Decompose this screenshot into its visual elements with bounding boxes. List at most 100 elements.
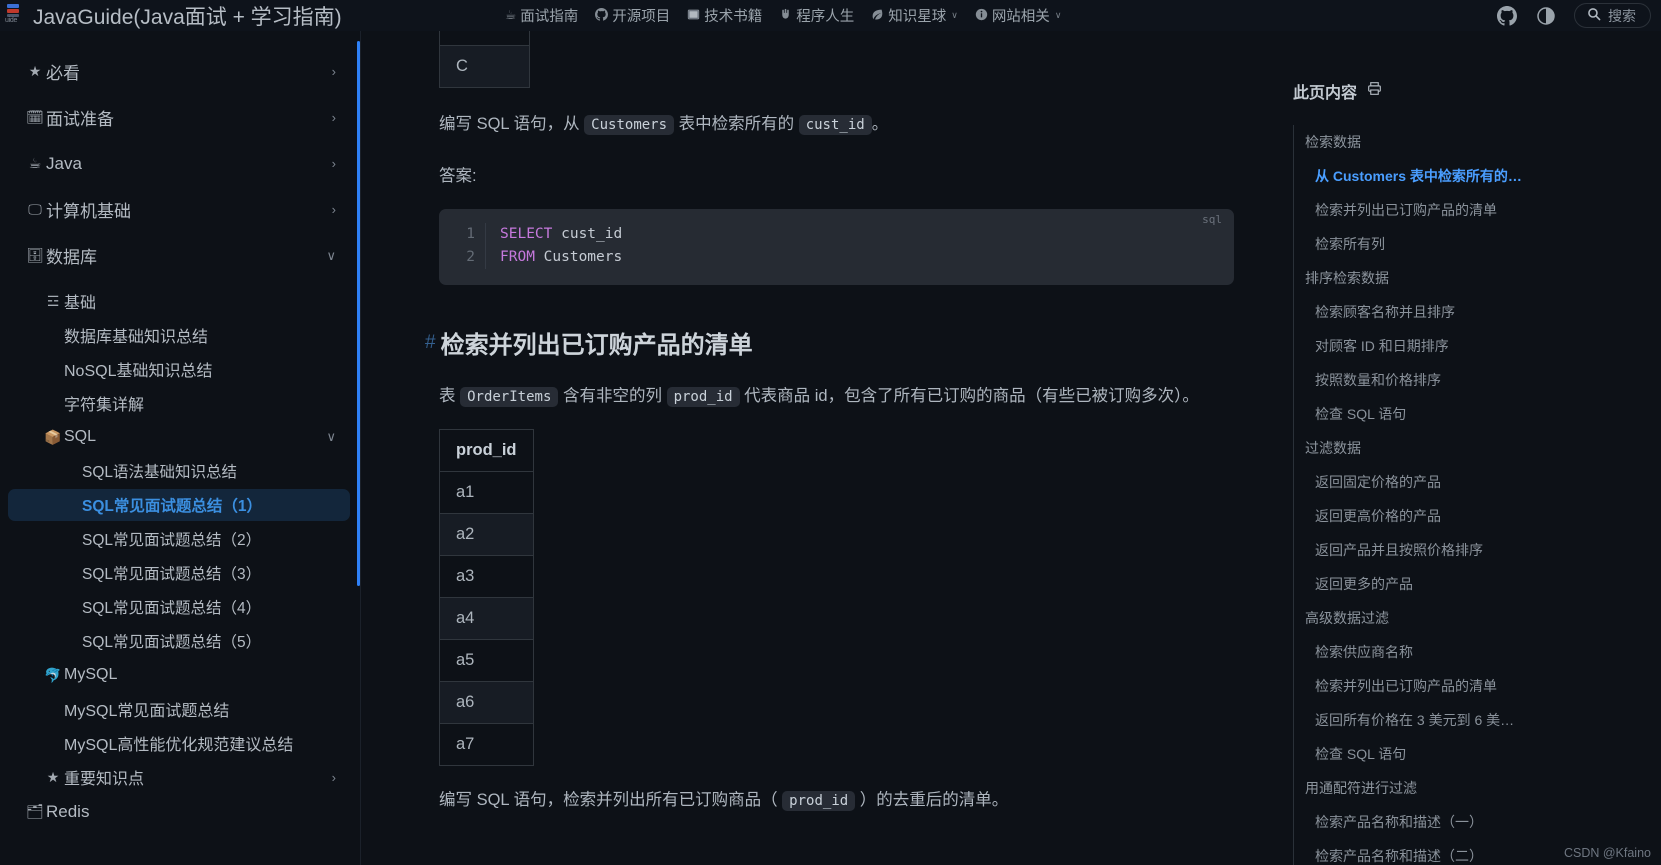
sidebar-item-6[interactable]: 数据库基础知识总结 [8, 319, 350, 351]
toc-item-3[interactable]: 检索所有列 [1293, 227, 1545, 261]
chevron-right-icon[interactable]: › [332, 110, 336, 125]
table-cell: a4 [439, 597, 534, 641]
sidebar-item-0[interactable]: ★ 必看 › [8, 55, 350, 88]
nav-item-site-related[interactable]: 网站相关 ∨ [975, 5, 1061, 26]
inline-code-prod-id: prod_id [666, 387, 740, 408]
table-cell: a3 [439, 555, 534, 599]
monitor-icon: 🖵 [28, 201, 42, 217]
line-number: 2 [466, 249, 475, 266]
toc-item-4[interactable]: 排序检索数据 [1293, 261, 1545, 295]
toc-item-14[interactable]: 高级数据过滤 [1293, 601, 1545, 635]
theme-toggle-icon[interactable] [1535, 5, 1557, 27]
sidebar-item-11[interactable]: SQL常见面试题总结（1） [8, 489, 350, 521]
nav-label: 开源项目 [612, 9, 671, 25]
nav-label: 面试指南 [520, 9, 579, 25]
code-line: 1 SELECT cust_id [439, 223, 1234, 247]
toc-list: 检索数据从 Customers 表中检索所有的… 检索并列出已订购产品的清单 检索所… [1281, 125, 1661, 865]
table-row: a7 [439, 723, 534, 767]
sidebar-item-8[interactable]: 字符集详解 [8, 387, 350, 419]
text-seg: 代表商品 id，包含了所有已订购的商品（有些已被订购多次）。 [739, 387, 1199, 406]
toc-item-18[interactable]: 检查 SQL 语句 [1293, 737, 1545, 771]
toc-item-7[interactable]: 按照数量和价格排序 [1293, 363, 1545, 397]
left-sidebar[interactable]: ★ 必看 › 🗓 面试准备 › ☕ Java › 🖵 计算机基础 › 🗄 数据库 ∨ ☲ 基础 数据库基础知识总结… [0, 31, 358, 865]
nav-item-knowledge-planet[interactable]: 知识星球 ∨ [871, 5, 958, 26]
info-icon [975, 8, 988, 24]
sidebar-item-17[interactable]: MySQL常见面试题总结 [8, 693, 350, 725]
site-logo[interactable]: uide [3, 2, 27, 30]
code-keyword: FROM [500, 249, 535, 266]
nav-label: 网站相关 [991, 9, 1050, 25]
sidebar-item-14[interactable]: SQL常见面试题总结（4） [8, 591, 350, 623]
toc-header: 此页内容 [1281, 79, 1661, 103]
table-row: a4 [439, 597, 534, 641]
hand-icon [779, 8, 792, 24]
toc-item-11[interactable]: 返回更高价格的产品 [1293, 499, 1545, 533]
chevron-down-icon[interactable]: ∨ [326, 429, 336, 445]
toc-item-0[interactable]: 检索数据 [1293, 125, 1545, 159]
star-icon: ★ [28, 63, 42, 79]
chevron-right-icon[interactable]: › [332, 202, 336, 217]
section-heading: # 检索并列出已订购产品的清单 [425, 325, 1281, 360]
nav-item-programmer-life[interactable]: 程序人生 [779, 5, 854, 26]
toc-item-17[interactable]: 返回所有价格在 3 美元到 6 美… [1293, 703, 1545, 737]
sidebar-item-4[interactable]: 🗄 数据库 ∨ [8, 239, 350, 272]
sidebar-item-18[interactable]: MySQL高性能优化规范建议总结 [8, 727, 350, 759]
sidebar-item-9[interactable]: 📦 SQL ∨ [8, 421, 350, 453]
sidebar-item-label: SQL常见面试题总结（3） [82, 566, 262, 583]
toc-item-12[interactable]: 返回产品并且按照价格排序 [1293, 533, 1545, 567]
toc-item-2[interactable]: 检索并列出已订购产品的清单 [1293, 193, 1545, 227]
sidebar-item-16[interactable]: 🐬 MySQL [8, 659, 350, 691]
line-number: 1 [466, 226, 475, 243]
sidebar-item-2[interactable]: ☕ Java › [8, 147, 350, 180]
nav-item-tech-books[interactable]: 技术书籍 [687, 5, 762, 26]
toc-item-13[interactable]: 返回更多的产品 [1293, 567, 1545, 601]
site-title[interactable]: JavaGuide(Java面试 + 学习指南) [33, 1, 342, 31]
table-row: C [439, 45, 530, 88]
sidebar-item-13[interactable]: SQL常见面试题总结（3） [8, 557, 350, 589]
toc-item-15[interactable]: 检索供应商名称 [1293, 635, 1545, 669]
sidebar-item-label: Java [46, 153, 82, 173]
chevron-down-icon: ∨ [951, 10, 958, 20]
inline-code-prod-id-2: prod_id [782, 791, 856, 812]
printer-icon[interactable] [1367, 81, 1382, 101]
nav-item-interview-guide[interactable]: ☕ 面试指南 [505, 5, 578, 26]
sidebar-item-label: SQL语法基础知识总结 [82, 464, 238, 481]
sidebar-item-7[interactable]: NoSQL基础知识总结 [8, 353, 350, 385]
github-link-icon[interactable] [1496, 5, 1518, 27]
text-seg: 表 [439, 387, 461, 406]
code-block-sql[interactable]: sql 1 SELECT cust_id 2 FROM Customers [439, 209, 1234, 286]
toc-item-10[interactable]: 返回固定价格的产品 [1293, 465, 1545, 499]
dolphin-icon: 🐬 [44, 666, 62, 683]
toc-item-6[interactable]: 对顾客 ID 和日期排序 [1293, 329, 1545, 363]
toc-item-9[interactable]: 过滤数据 [1293, 431, 1545, 465]
toc-item-19[interactable]: 用通配符进行过滤 [1293, 771, 1545, 805]
calendar-icon: 🗓 [26, 109, 44, 125]
nav-item-open-source[interactable]: 开源项目 [595, 5, 670, 26]
toc-item-20[interactable]: 检索产品名称和描述（一） [1293, 805, 1545, 839]
chevron-right-icon[interactable]: › [332, 64, 336, 79]
toc-item-21[interactable]: 检索产品名称和描述（二） [1293, 839, 1545, 865]
table-cell: a6 [439, 681, 534, 725]
sidebar-item-3[interactable]: 🖵 计算机基础 › [8, 193, 350, 226]
chevron-right-icon[interactable]: › [332, 156, 336, 171]
coffee-icon: ☕ [505, 8, 517, 23]
anchor-link-icon[interactable]: # [425, 332, 436, 354]
search-button[interactable]: 搜索 [1574, 3, 1651, 28]
toc-item-1[interactable]: 从 Customers 表中检索所有的… [1293, 159, 1545, 193]
table-cell: a1 [439, 471, 534, 515]
sidebar-item-10[interactable]: SQL语法基础知识总结 [8, 455, 350, 487]
sidebar-item-12[interactable]: SQL常见面试题总结（2） [8, 523, 350, 555]
sidebar-item-15[interactable]: SQL常见面试题总结（5） [8, 625, 350, 657]
paragraph-question-2: 表 OrderItems 含有非空的列 prod_id 代表商品 id，包含了所… [439, 382, 1281, 412]
sidebar-item-19[interactable]: ★ 重要知识点 › [8, 761, 350, 793]
toc-item-8[interactable]: 检查 SQL 语句 [1293, 397, 1545, 431]
code-line: 2 FROM Customers [439, 246, 1234, 270]
toc-item-5[interactable]: 检索顾客名称并且排序 [1293, 295, 1545, 329]
toc-item-16[interactable]: 检索并列出已订购产品的清单 [1293, 669, 1545, 703]
chevron-down-icon[interactable]: ∨ [326, 248, 336, 264]
sidebar-item-1[interactable]: 🗓 面试准备 › [8, 101, 350, 134]
sidebar-item-20[interactable]: 🗂 Redis [8, 795, 350, 828]
chevron-right-icon[interactable]: › [332, 770, 336, 785]
sidebar-item-5[interactable]: ☲ 基础 [8, 285, 350, 317]
top-navigation-bar: uide JavaGuide(Java面试 + 学习指南) ☕ 面试指南 开源项… [0, 0, 1661, 31]
